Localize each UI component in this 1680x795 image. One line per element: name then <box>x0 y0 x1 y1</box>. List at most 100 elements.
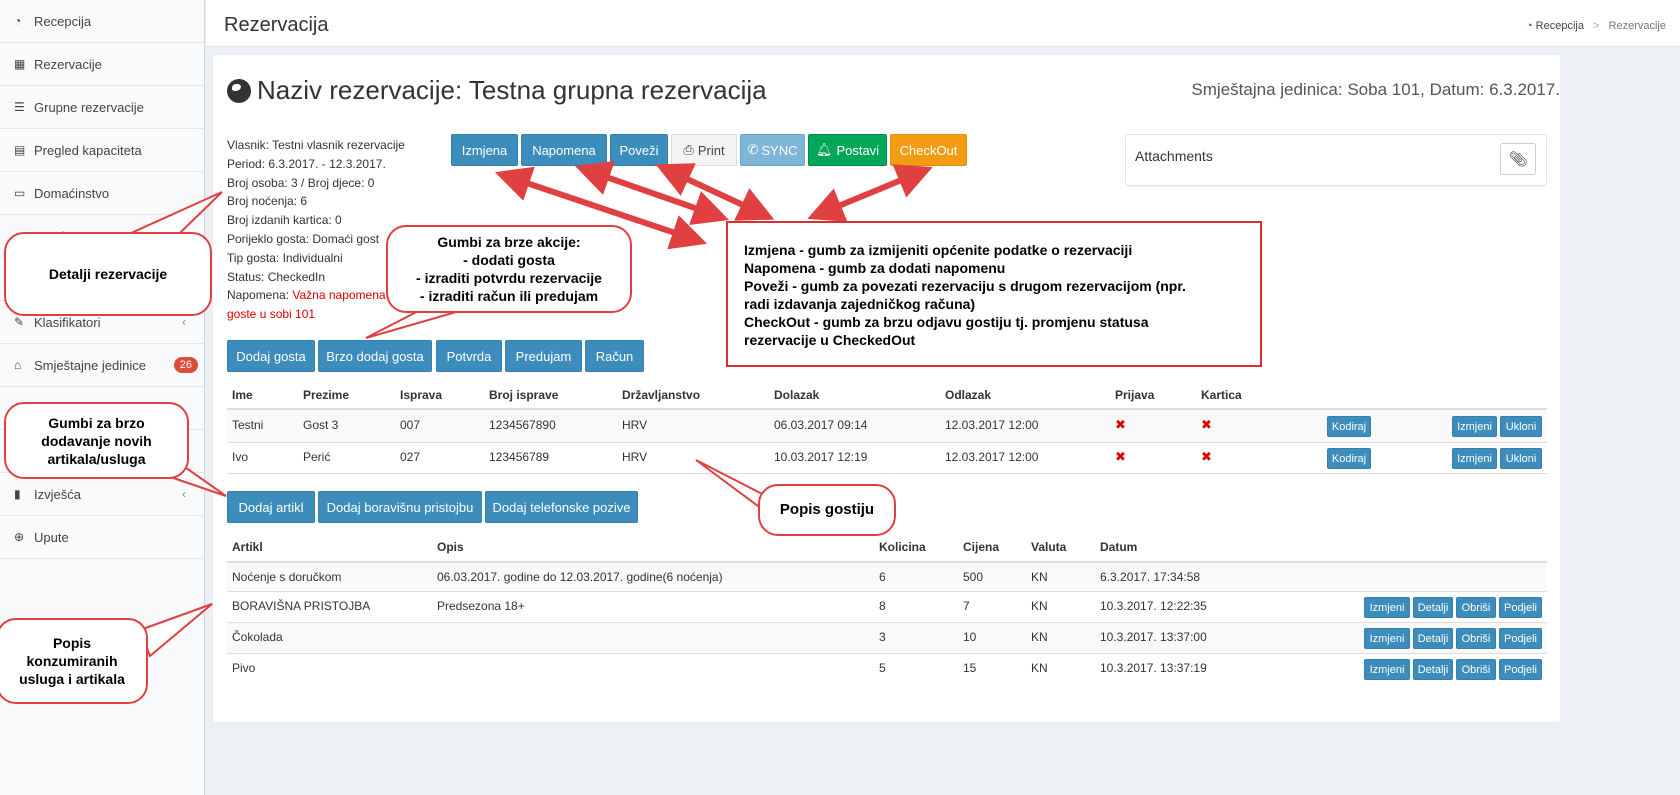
detalji-button[interactable]: Detalji <box>1413 659 1453 680</box>
dodaj-gosta-button[interactable]: Dodaj gosta <box>227 340 315 372</box>
breadcrumb-home[interactable]: Recepcija <box>1536 20 1584 32</box>
column-header: Artikl <box>232 540 263 554</box>
column-header: Broj isprave <box>489 388 559 402</box>
predujam-button[interactable]: Predujam <box>505 340 582 372</box>
sidebar-item-recepcija[interactable]: ◔ Recepcija <box>0 0 204 43</box>
item-valuta: KN <box>1031 661 1048 675</box>
bar-chart-icon: ▮ <box>14 487 21 501</box>
column-header: Odlazak <box>945 388 992 402</box>
povezi-button[interactable]: Poveži <box>610 134 668 166</box>
obrisi-button[interactable]: Obriši <box>1456 597 1496 618</box>
detail-line: Broj noćenja: 6 <box>227 194 308 209</box>
guest-prezime: Gost 3 <box>303 418 339 432</box>
dodaj-boravisnu-pristojbu-button[interactable]: Dodaj boravišnu pristojbu <box>318 491 482 523</box>
detail-line: Vlasnik: Testni vlasnik rezervacije <box>227 138 405 152</box>
attachments-panel: Attachments 📎︎ <box>1125 134 1547 186</box>
info-line: rezervacije u CheckedOut <box>744 332 916 348</box>
ukloni-button[interactable]: Ukloni <box>1500 416 1542 437</box>
reservation-title-text: Naziv rezervacije: Testna grupna rezerva… <box>257 75 767 105</box>
kodiraj-button[interactable]: Kodiraj <box>1327 416 1371 437</box>
dodaj-telefonske-pozive-button[interactable]: Dodaj telefonske pozive <box>485 491 638 523</box>
phone-icon: ✆ <box>747 142 759 157</box>
item-valuta: KN <box>1031 599 1048 613</box>
column-header: Prezime <box>303 388 350 402</box>
sidebar-item-label: Smještajne jedinice <box>34 357 147 373</box>
racun-button[interactable]: Račun <box>585 340 644 372</box>
sidebar-item-izvjesca[interactable]: ▮ Izvješća ‹ <box>0 473 204 516</box>
brzo-dodaj-gosta-button[interactable]: Brzo dodaj gosta <box>318 340 432 372</box>
izmjeni-button[interactable]: Izmjeni <box>1364 659 1410 680</box>
detalji-button[interactable]: Detalji <box>1413 628 1453 649</box>
izmjena-button[interactable]: Izmjena <box>451 134 518 166</box>
detalji-button[interactable]: Detalji <box>1413 597 1453 618</box>
postavi-button[interactable]: 🔔︎ Postavi <box>808 134 887 166</box>
sync-button[interactable]: ✆ SYNC <box>740 134 805 166</box>
detail-note: Napomena: Važna napomena <box>227 286 405 305</box>
info-line: radi izdavanja zajedničkog računa) <box>744 296 976 312</box>
guest-prezime: Perić <box>303 450 331 464</box>
note-value-continued: goste u sobi 101 <box>227 307 316 322</box>
podjeli-button[interactable]: Podjeli <box>1499 628 1542 649</box>
callout-text: Popis gostiju <box>779 501 875 518</box>
sidebar-item-label: Grupne rezervacije <box>34 99 144 115</box>
guest-dolazak: 06.03.2017 09:14 <box>774 418 868 432</box>
note-label: Napomena: <box>227 288 293 303</box>
podjeli-button[interactable]: Podjeli <box>1499 597 1542 618</box>
callout-text: - dodati gosta <box>463 252 555 268</box>
item-kolicina: 5 <box>879 661 886 675</box>
napomena-button[interactable]: Napomena <box>521 134 607 166</box>
obrisi-button[interactable]: Obriši <box>1456 628 1496 649</box>
sidebar-item-rezervacije[interactable]: ▦ Rezervacije <box>0 43 204 86</box>
callout-text: - izraditi račun ili predujam <box>419 288 599 304</box>
breadcrumb-separator: > <box>1593 20 1600 32</box>
izmjeni-button[interactable]: Izmjeni <box>1452 416 1497 437</box>
item-kolicina: 8 <box>879 599 886 613</box>
guest-odlazak: 12.03.2017 12:00 <box>945 418 1039 432</box>
item-artikl: BORAVIŠNA PRISTOJBA <box>232 599 371 613</box>
kodiraj-button[interactable]: Kodiraj <box>1327 448 1371 469</box>
sidebar-item-smjestajne-jedinice[interactable]: ⌂ Smještajne jedinice 26 <box>0 344 204 387</box>
item-cijena: 10 <box>963 630 977 644</box>
sidebar-item-domacinstvo[interactable]: ▭ Domaćinstvo <box>0 172 204 215</box>
callout-text: Gumbi za brzo <box>48 414 145 431</box>
calendar-icon: ▤ <box>14 143 26 157</box>
page-title: Rezervacija <box>224 14 329 36</box>
item-datum: 6.3.2017. 17:34:58 <box>1100 570 1201 584</box>
column-header: Kolicina <box>879 540 926 554</box>
item-opis: 06.03.2017. godine do 12.03.2017. godine… <box>437 570 723 584</box>
sidebar-item-grupne-rezervacije[interactable]: ☰ Grupne rezervacije <box>0 86 204 129</box>
guest-drzavljanstvo: HRV <box>622 418 648 432</box>
sidebar-item-label: Upute <box>34 529 69 545</box>
obrisi-button[interactable]: Obriši <box>1456 659 1496 680</box>
info-line: Napomena - gumb za dodati napomenu <box>744 260 1006 276</box>
postavi-label: Postavi <box>836 142 880 158</box>
izmjeni-button[interactable]: Izmjeni <box>1452 448 1497 469</box>
dodaj-artikl-button[interactable]: Dodaj artikl <box>227 491 315 523</box>
item-artikl: Pivo <box>232 661 256 675</box>
item-datum: 10.3.2017. 13:37:19 <box>1100 661 1207 675</box>
column-header: Valuta <box>1031 540 1067 554</box>
callout-text: dodavanje novih <box>41 432 152 449</box>
potvrda-button[interactable]: Potvrda <box>436 340 502 372</box>
dashboard-icon: ◔ <box>1525 20 1533 32</box>
callout-popis-gostiju: Popis gostiju <box>758 484 896 536</box>
table-row <box>227 622 1547 653</box>
sidebar-item-pregled-kapaciteta[interactable]: ▤ Pregled kapaciteta <box>0 129 204 172</box>
sidebar-item-label: Recepcija <box>34 13 92 29</box>
print-button[interactable]: ⎙ Print <box>671 134 737 166</box>
izmjeni-button[interactable]: Izmjeni <box>1364 597 1410 618</box>
attachments-title: Attachments <box>1135 148 1213 164</box>
paperclip-icon[interactable]: 📎︎ <box>1500 143 1536 175</box>
ukloni-button[interactable]: Ukloni <box>1500 448 1542 469</box>
callout-detalji-rezervacije: Detalji rezervacije <box>4 232 212 316</box>
guest-odlazak: 12.03.2017 12:00 <box>945 450 1039 464</box>
izmjeni-button[interactable]: Izmjeni <box>1364 628 1410 649</box>
sidebar-item-upute[interactable]: ⊕ Upute <box>0 516 204 559</box>
detail-line: Broj osoba: 3 / Broj djece: 0 <box>227 175 375 190</box>
cross-icon: ✖ <box>1201 449 1212 464</box>
grid-icon: ▦ <box>14 57 26 71</box>
item-kolicina: 3 <box>879 630 886 644</box>
podjeli-button[interactable]: Podjeli <box>1499 659 1542 680</box>
checkout-button[interactable]: CheckOut <box>890 134 967 166</box>
note-value: Važna napomena <box>292 288 386 303</box>
